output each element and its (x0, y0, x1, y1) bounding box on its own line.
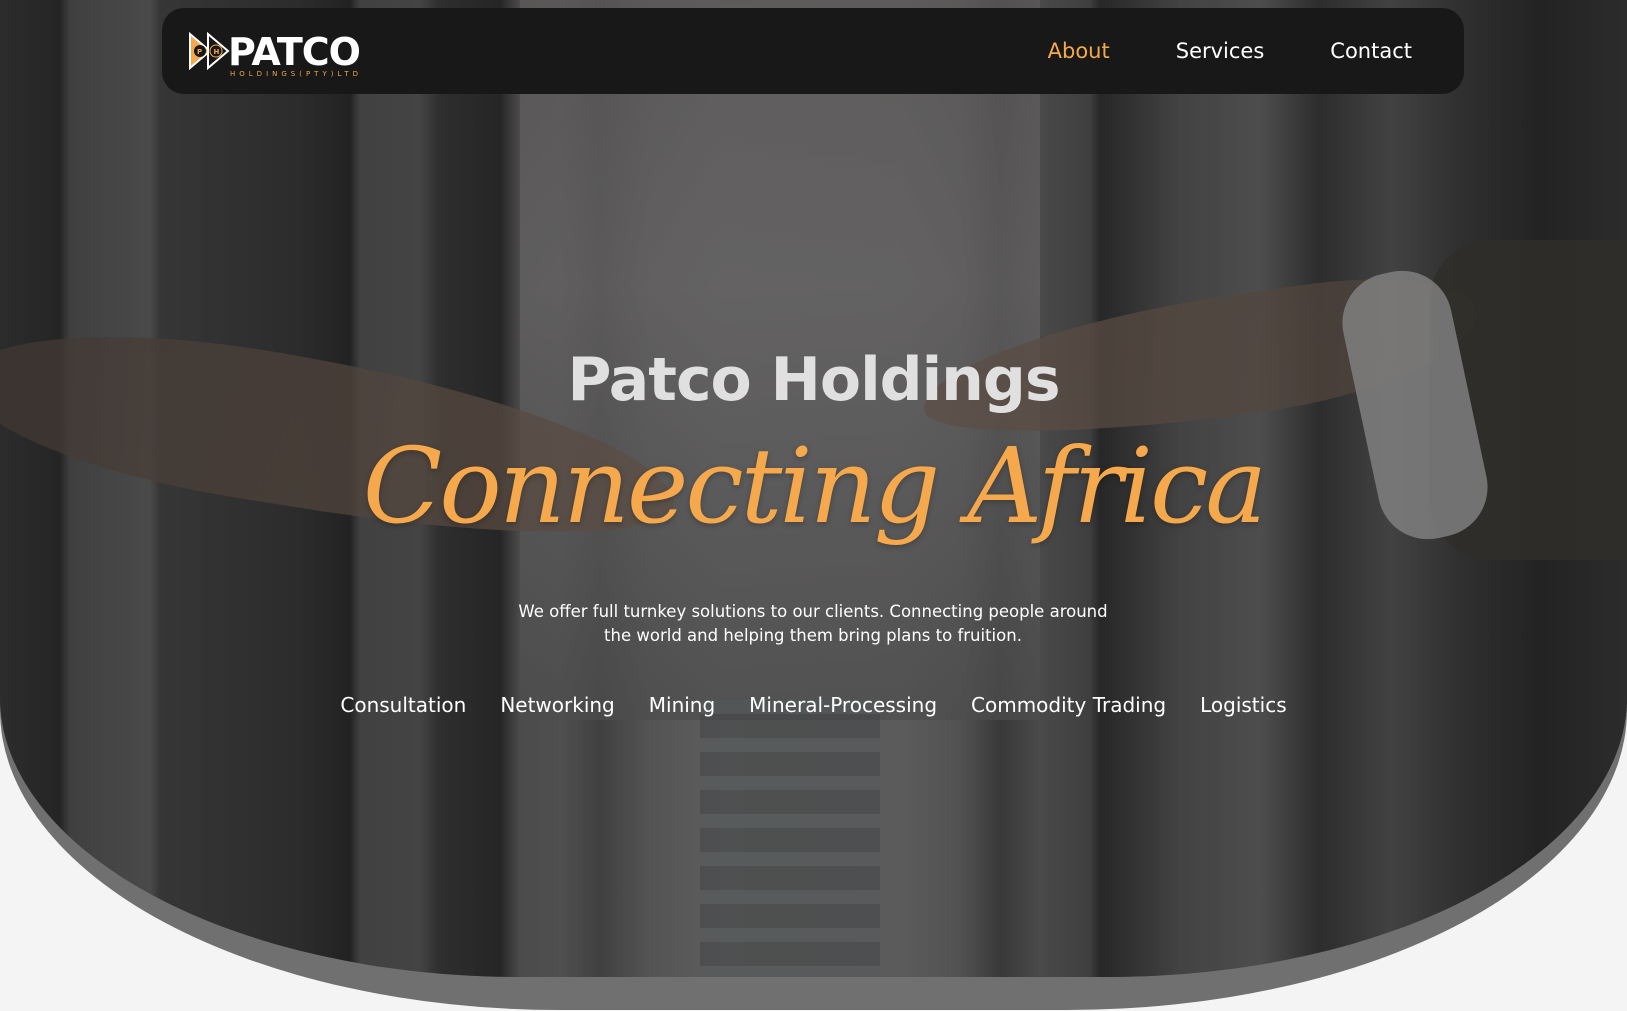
service-link-mineral-processing[interactable]: Mineral-Processing (749, 693, 937, 717)
nav-link-services[interactable]: Services (1176, 39, 1265, 63)
logo-mark-icon: P H (189, 32, 230, 70)
hero-title: Patco Holdings (567, 345, 1060, 415)
logo-text: PATCO (228, 30, 361, 74)
hero-description-line2: the world and helping them bring plans t… (604, 626, 1022, 645)
svg-text:P: P (197, 48, 202, 56)
navbar: P H PATCO HOLDINGS(PTY)LTD About Service… (162, 8, 1464, 94)
service-link-mining[interactable]: Mining (649, 693, 715, 717)
hero-description: We offer full turnkey solutions to our c… (513, 600, 1113, 648)
main-nav: About Services Contact (1048, 8, 1412, 94)
hero-section: Patco Holdings Connecting Africa We offe… (0, 0, 1627, 977)
logo[interactable]: P H PATCO HOLDINGS(PTY)LTD (188, 30, 361, 78)
hero-description-line1: We offer full turnkey solutions to our c… (518, 602, 1108, 621)
page: Patco Holdings Connecting Africa We offe… (0, 0, 1627, 1011)
hero-tagline: Connecting Africa (362, 425, 1268, 547)
service-link-commodity-trading[interactable]: Commodity Trading (971, 693, 1166, 717)
nav-link-about[interactable]: About (1048, 39, 1110, 63)
service-link-networking[interactable]: Networking (500, 693, 614, 717)
service-link-consultation[interactable]: Consultation (340, 693, 466, 717)
nav-link-contact[interactable]: Contact (1330, 39, 1412, 63)
svg-text:H: H (214, 48, 220, 56)
logo-subtitle: HOLDINGS(PTY)LTD (230, 70, 363, 78)
services-list: Consultation Networking Mining Mineral-P… (0, 693, 1627, 717)
service-link-logistics[interactable]: Logistics (1200, 693, 1287, 717)
